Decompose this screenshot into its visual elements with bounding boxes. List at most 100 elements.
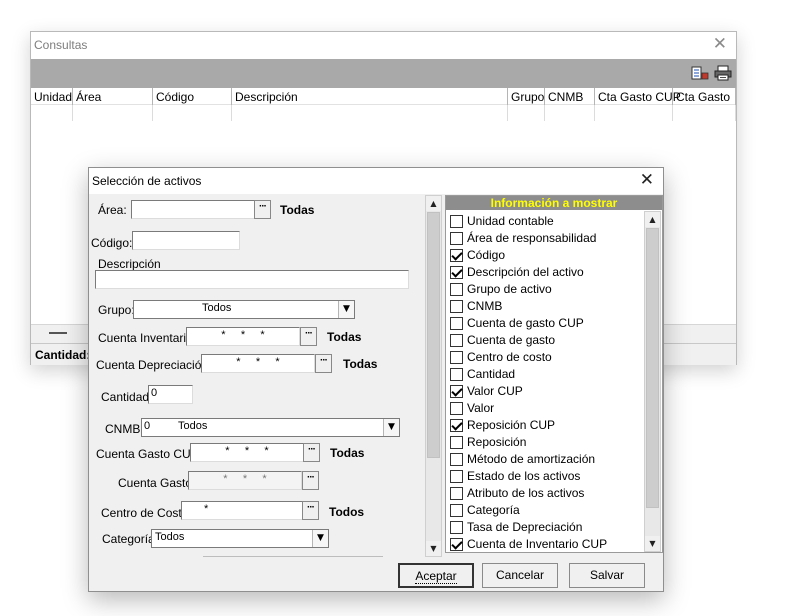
checkbox-icon[interactable] [450,521,463,534]
checkbox-checked-icon[interactable] [450,419,463,432]
info-checkbox-label: Cuenta de gasto CUP [467,316,584,330]
area-input[interactable] [131,200,255,219]
descripcion-label: Descripción [98,257,161,271]
centro-costo-label: Centro de Costo [101,506,189,520]
scroll-thumb[interactable] [49,332,67,334]
cuenta-inventario-all-text: Todas [327,330,362,344]
column-header[interactable]: Área [73,88,153,105]
area-browse-button[interactable]: ··· [254,200,271,219]
accept-button-label: Aceptar [415,569,457,584]
grupo-value: Todos [202,302,232,314]
cuenta-gasto-cup-input[interactable]: * * * [190,443,304,462]
consultas-titlebar: Consultas ✕ [31,32,736,59]
cnmb-select[interactable]: 0 Todos ▼ [141,418,400,437]
centro-costo-browse-button[interactable]: ··· [302,501,319,520]
dialog-close-icon[interactable]: ✕ [640,171,654,189]
form-scroll-thumb[interactable] [427,212,440,458]
info-checkbox-label: Reposición CUP [467,418,556,432]
info-checkbox-label: Valor CUP [467,384,523,398]
checkbox-icon[interactable] [450,504,463,517]
checkbox-checked-icon[interactable] [450,249,463,262]
info-checkbox-label: Cuenta de gasto [467,333,556,347]
checkbox-icon[interactable] [450,402,463,415]
info-checkbox-label: Método de amortización [467,452,596,466]
checkbox-icon[interactable] [450,300,463,313]
checkbox-icon[interactable] [450,334,463,347]
scroll-down-icon[interactable]: ▼ [426,541,441,556]
cnmb-code: 0 [144,420,151,432]
info-scroll-thumb[interactable] [646,228,659,508]
column-header[interactable]: CNMB [545,88,595,105]
cuenta-depreciacion-label: Cuenta Depreciación [96,358,209,372]
scroll-down-icon[interactable]: ▼ [645,536,660,551]
consultas-toolbar [31,59,736,88]
checkbox-icon[interactable] [450,317,463,330]
info-checkbox-label: Código [467,248,506,262]
cancel-button[interactable]: Cancelar [482,563,558,588]
grupo-label: Grupo: [98,303,135,317]
info-panel: Información a mostrar Unidad contable Áre… [445,195,663,553]
save-button[interactable]: Salvar [569,563,645,588]
checkbox-checked-icon[interactable] [450,538,463,551]
checkbox-icon[interactable] [450,487,463,500]
column-header[interactable]: Grupo [508,88,545,105]
cantidad-input[interactable]: 0 [148,385,193,404]
column-header[interactable]: Cta Gasto [673,88,736,105]
grupo-select[interactable]: Todos ▼ [133,300,355,319]
chevron-down-icon[interactable]: ▼ [312,530,328,547]
checkbox-icon[interactable] [450,351,463,364]
checkbox-icon[interactable] [450,368,463,381]
dialog-title: Selección de activos [92,174,202,188]
checkbox-checked-icon[interactable] [450,385,463,398]
info-vertical-scrollbar[interactable]: ▲ ▼ [644,211,661,552]
cuenta-gasto-cup-browse-button[interactable]: ··· [303,443,320,462]
info-checkbox-label: Categoría [467,503,520,517]
column-header[interactable]: Código [153,88,232,105]
cantidad-label: Cantidad [101,390,150,404]
area-label: Área: [98,203,127,217]
cuenta-depreciacion-input[interactable]: * * * [201,354,315,373]
descripcion-input[interactable] [95,270,409,289]
consultas-close-icon[interactable]: ✕ [713,35,727,53]
cuenta-gasto-browse-button[interactable]: ··· [302,471,319,490]
checkbox-icon[interactable] [450,436,463,449]
chevron-down-icon[interactable]: ▼ [338,301,354,318]
checkbox-icon[interactable] [450,283,463,296]
scroll-up-icon[interactable]: ▲ [645,212,660,227]
column-separator [545,105,595,121]
checkbox-icon[interactable] [450,215,463,228]
cuenta-gasto-cup-label: Cuenta Gasto CUP [96,447,199,461]
centro-costo-all-text: Todos [329,505,365,519]
checkbox-icon[interactable] [450,232,463,245]
column-separator [232,105,508,121]
centro-costo-input[interactable]: * [181,501,303,520]
cuenta-inventario-input[interactable]: * * * [186,327,300,346]
cuenta-gasto-input[interactable]: * * * [188,471,302,490]
column-header[interactable]: Cta Gasto CUP [595,88,681,105]
printer-icon[interactable] [714,65,732,81]
cuenta-depreciacion-browse-button[interactable]: ··· [315,354,332,373]
checkbox-icon[interactable] [450,453,463,466]
column-header[interactable]: Descripción [232,88,508,105]
info-checkbox-label: Descripción del activo [467,265,584,279]
form-vertical-scrollbar[interactable]: ▲ ▼ [425,195,442,557]
cnmb-label: CNMB: [105,422,144,436]
info-checkbox-label: Tasa de Depreciación [467,520,583,534]
column-separator [31,105,73,121]
scroll-up-icon[interactable]: ▲ [426,196,441,211]
info-checkbox-label: CNMB [467,299,503,313]
categoria-label: Categoría [102,532,155,546]
accept-button[interactable]: Aceptar [398,563,474,588]
column-header[interactable]: Unidad [31,88,73,105]
cuenta-inventario-browse-button[interactable]: ··· [300,327,317,346]
codigo-input[interactable] [132,231,240,250]
info-checkbox-label: Cantidad [467,367,516,381]
chevron-down-icon[interactable]: ▼ [383,419,399,436]
checkbox-checked-icon[interactable] [450,266,463,279]
info-checkbox-label: Área de responsabilidad [467,231,597,245]
checkbox-icon[interactable] [450,470,463,483]
fields-icon[interactable] [691,65,709,81]
categoria-select[interactable]: Todos ▼ [151,529,329,548]
form-divider [203,556,383,557]
cuenta-depreciacion-all-text: Todas [343,357,378,371]
